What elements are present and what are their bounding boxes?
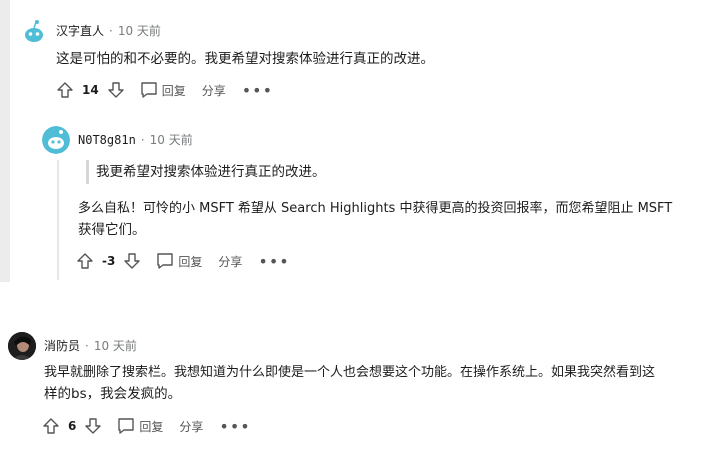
timestamp[interactable]: 10 天前: [118, 22, 161, 39]
upvote-icon[interactable]: [74, 250, 96, 272]
username[interactable]: N0T8g81n: [78, 133, 136, 147]
reply-button[interactable]: 回复: [155, 251, 202, 271]
thread-line-nested[interactable]: [57, 160, 59, 280]
thread-line-main[interactable]: [0, 0, 10, 282]
quoted-text: 我更希望对搜索体验进行真正的改进。: [96, 164, 326, 180]
reply-label: 回复: [139, 419, 164, 434]
username[interactable]: 汉字直人: [56, 22, 104, 39]
share-button[interactable]: 分享: [218, 253, 242, 270]
comment-actions: 14 回复 分享 •••: [54, 79, 273, 101]
upvote-icon[interactable]: [54, 79, 76, 101]
more-options-button[interactable]: •••: [258, 252, 289, 271]
downvote-icon[interactable]: [105, 79, 127, 101]
timestamp[interactable]: 10 天前: [150, 131, 193, 148]
reply-label: 回复: [178, 254, 203, 269]
share-button[interactable]: 分享: [179, 418, 203, 435]
comment-icon: [157, 253, 174, 269]
timestamp[interactable]: 10 天前: [94, 337, 137, 354]
reply-button[interactable]: 回复: [139, 80, 186, 100]
separator-dot: ·: [109, 23, 113, 38]
avatar[interactable]: [42, 126, 70, 154]
comment-text-continued: 获得它们。: [78, 222, 146, 238]
user-avatar-icon: [8, 332, 36, 360]
vote-count: 6: [68, 419, 77, 433]
comment-icon: [141, 82, 157, 98]
reply-label: 回复: [161, 83, 186, 98]
comment-actions: -3 回复 分享 •••: [74, 250, 290, 272]
vote-count: 14: [82, 83, 99, 97]
more-options-button[interactable]: •••: [219, 417, 250, 436]
downvote-icon[interactable]: [82, 415, 104, 437]
comment-text-continued: 样的bs，我会发疯的。: [44, 386, 182, 402]
separator-dot: ·: [140, 132, 145, 147]
comment-text: 我早就删除了搜索栏。我想知道为什么即使是一个人也会想要这个功能。在操作系统上。如…: [44, 365, 656, 380]
avatar[interactable]: [20, 18, 48, 46]
avatar[interactable]: [8, 332, 36, 360]
more-options-button[interactable]: •••: [242, 81, 273, 100]
reply-button[interactable]: 回复: [116, 416, 163, 436]
share-button[interactable]: 分享: [202, 82, 226, 99]
snoo-avatar-icon: [42, 126, 70, 154]
comment-actions: 6 回复 分享 •••: [40, 415, 251, 437]
username[interactable]: 消防员: [44, 337, 80, 354]
comment-text: 多么自私！可怜的小 MSFT 希望从 Search Highlights 中获得…: [78, 201, 673, 216]
comment-text: 这是可怕的和不必要的。我更希望对搜索体验进行真正的改进。: [56, 51, 434, 67]
quote-bar: [86, 160, 89, 184]
upvote-icon[interactable]: [40, 415, 62, 437]
snoo-avatar-icon: [20, 18, 48, 46]
vote-count: -3: [102, 254, 116, 268]
downvote-icon[interactable]: [121, 250, 143, 272]
separator-dot: ·: [85, 338, 89, 353]
comment-icon: [118, 418, 135, 434]
